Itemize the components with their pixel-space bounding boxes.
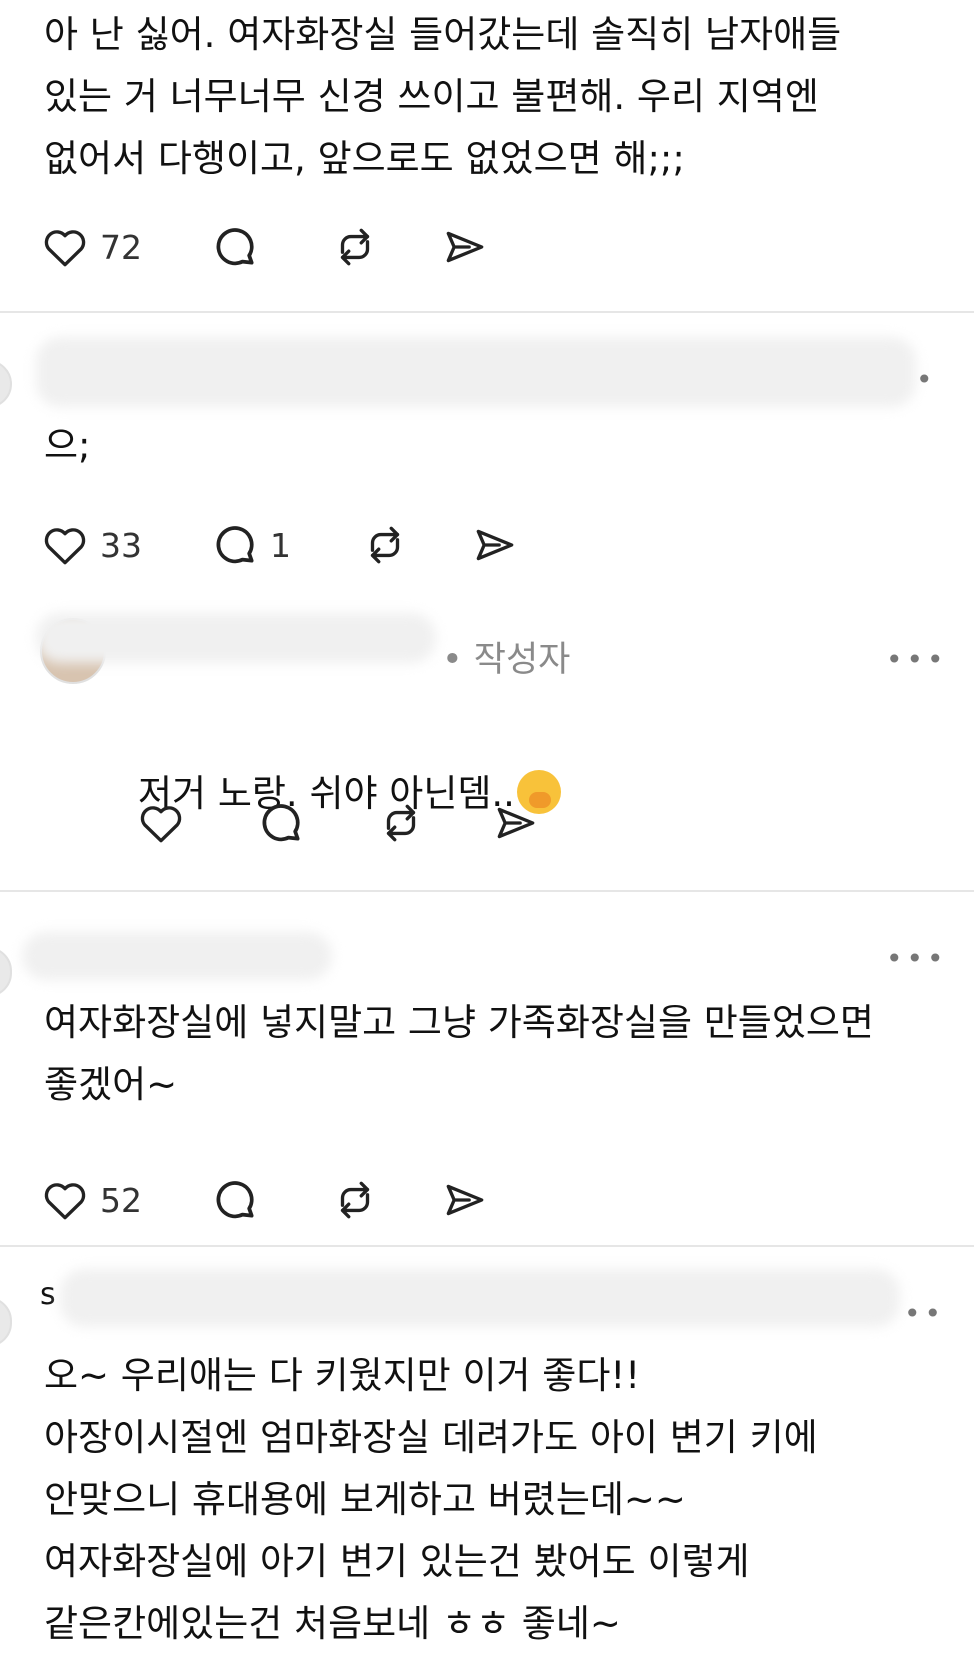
comment-bubble-icon [216, 1181, 254, 1219]
repost-button[interactable] [330, 222, 380, 272]
post-text: 여자화장실에 넣지말고 그냥 가족화장실을 만들었으면 좋겠어~ [44, 1001, 874, 1106]
share-button[interactable] [440, 1175, 490, 1225]
redacted-username [22, 932, 332, 980]
redacted-username [36, 613, 436, 663]
redacted-username [60, 1269, 900, 1327]
more-options-button[interactable]: • [916, 363, 937, 396]
share-button[interactable] [491, 798, 541, 848]
more-options-button[interactable]: •• [904, 1297, 945, 1330]
post-text: 아 난 싫어. 여자화장실 들어갔는데 솔직히 남자애들 있는 거 너무너무 신… [44, 13, 842, 180]
heart-icon [44, 1183, 86, 1220]
repost-button[interactable] [330, 1175, 380, 1225]
avatar[interactable] [0, 360, 12, 408]
post-text: 오~ 우리애는 다 키웠지만 이거 좋다!! 아장이시절엔 엄마화장실 데려가도… [44, 1354, 818, 1645]
like-button[interactable]: 52 [40, 1175, 142, 1225]
avatar[interactable] [0, 1297, 12, 1347]
send-icon [476, 529, 514, 561]
like-count: 72 [100, 227, 142, 267]
like-count: 52 [100, 1180, 142, 1220]
heart-icon [140, 806, 182, 843]
repost-icon [340, 228, 370, 266]
post-actions: 72 [40, 222, 500, 272]
reply-button[interactable] [210, 222, 260, 272]
author-badge: • 작성자 [442, 640, 571, 680]
reply-actions [136, 798, 586, 848]
post-4: s •• 오~ 우리애는 다 키웠지만 이거 좋다!! 아장이시절엔 엄마화장실… [0, 1247, 974, 1679]
repost-button[interactable] [376, 798, 426, 848]
comment-bubble-icon [216, 526, 254, 564]
share-button[interactable] [470, 520, 520, 570]
comment-bubble-icon [216, 228, 254, 266]
heart-icon [44, 230, 86, 267]
post-text: 으; [44, 424, 91, 467]
post-actions: 33 1 [40, 520, 540, 570]
like-button[interactable]: 72 [40, 222, 142, 272]
reply-count: 1 [270, 525, 291, 565]
like-button[interactable] [136, 798, 186, 848]
send-icon [446, 1184, 484, 1216]
reply-button[interactable]: 1 [210, 520, 291, 570]
repost-icon [370, 526, 400, 564]
send-icon [446, 231, 484, 263]
more-options-button[interactable]: ••• [886, 942, 948, 975]
like-count: 33 [100, 525, 142, 565]
redacted-username [36, 337, 916, 407]
username-initial[interactable]: s [40, 1277, 56, 1312]
comment-bubble-icon [262, 804, 300, 842]
more-options-button[interactable]: ••• [886, 643, 948, 676]
post-2: • 으; 33 1 • 작성자 ••• 저거 노랑. 쉬야 아닌뎀.. [0, 313, 974, 893]
post-3: ••• 여자화장실에 넣지말고 그냥 가족화장실을 만들었으면 좋겠어~ 52 [0, 892, 974, 1242]
repost-button[interactable] [360, 520, 410, 570]
post-1: 아 난 싫어. 여자화장실 들어갔는데 솔직히 남자애들 있는 거 너무너무 신… [0, 0, 974, 300]
repost-icon [386, 804, 416, 842]
reply-button[interactable] [210, 1175, 260, 1225]
reply-button[interactable] [256, 798, 306, 848]
like-button[interactable]: 33 [40, 520, 142, 570]
repost-icon [340, 1181, 370, 1219]
post-actions: 52 [40, 1175, 500, 1225]
heart-icon [44, 528, 86, 565]
avatar[interactable] [0, 947, 12, 997]
send-icon [497, 807, 535, 839]
share-button[interactable] [440, 222, 490, 272]
